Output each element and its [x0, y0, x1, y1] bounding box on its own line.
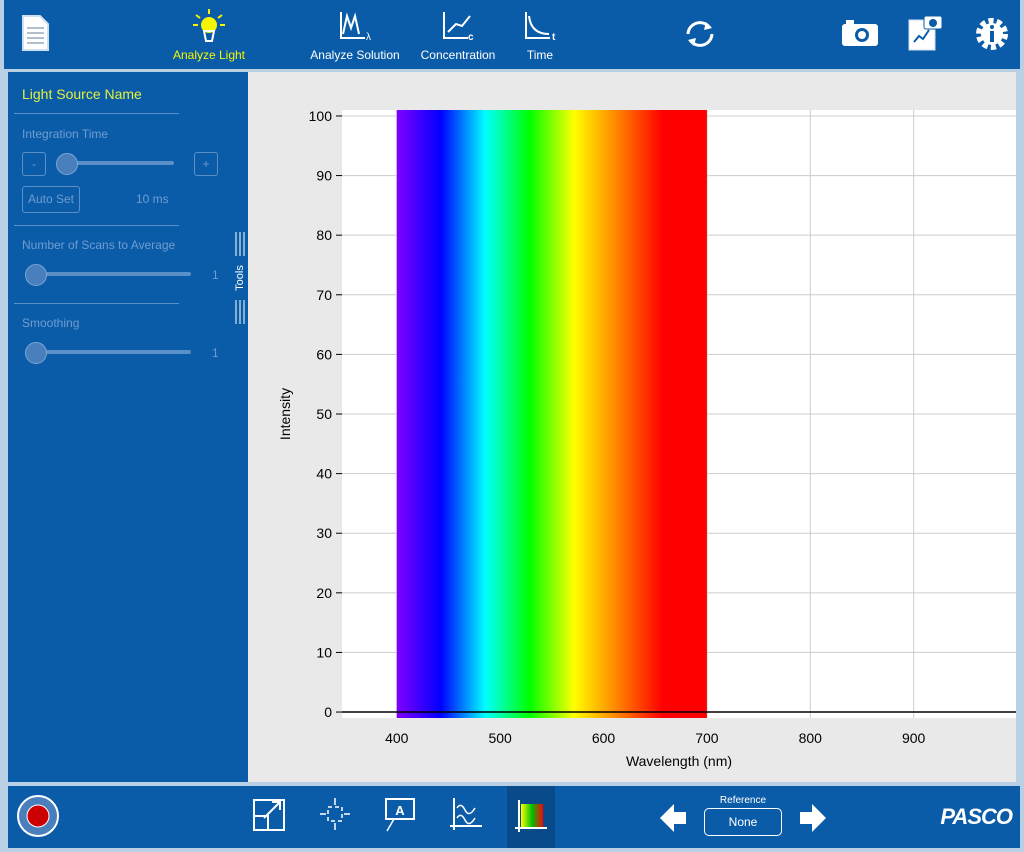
record-button[interactable] [16, 794, 60, 838]
nav-time[interactable]: t Time [518, 8, 562, 62]
lightbulb-icon [193, 9, 225, 42]
x-axis-label: Wavelength (nm) [626, 753, 732, 769]
tools-tab[interactable]: Tools [234, 232, 246, 324]
spectrum-color-icon [515, 800, 547, 832]
nav-label: Time [526, 48, 554, 62]
bottom-toolbar: A Reference None PASCO [8, 786, 1020, 848]
svg-text:λ: λ [366, 32, 371, 43]
y-tick-label: 30 [316, 525, 332, 541]
x-tick-label: 400 [385, 730, 409, 746]
y-tick-label: 10 [316, 644, 332, 660]
x-tick-label: 800 [799, 730, 823, 746]
integration-time-label: Integration Time [22, 127, 109, 141]
refresh-icon[interactable] [682, 18, 718, 50]
camera-icon[interactable] [840, 18, 880, 48]
x-tick-label: 700 [695, 730, 719, 746]
reference-label: Reference [719, 795, 767, 806]
nav-analyze-solution[interactable]: λ Analyze Solution [310, 8, 400, 62]
y-tick-label: 60 [316, 346, 332, 362]
spectrum-color-button[interactable] [507, 786, 555, 848]
nav-label: Analyze Light [172, 48, 246, 62]
spectrum-graph[interactable]: 0 10 20 30 40 50 60 70 80 90 100 400 500 600 700 800 900… [248, 72, 1016, 782]
smoothing-label: Smoothing [22, 316, 80, 330]
spectrum-band [396, 110, 707, 718]
divider [14, 225, 179, 226]
scale-to-fit-icon[interactable] [252, 796, 286, 832]
grip-icon [235, 232, 245, 256]
journal-snapshot-icon[interactable] [906, 14, 946, 54]
y-axis-label: Intensity [277, 388, 293, 440]
y-tick-label: 0 [324, 704, 332, 720]
top-toolbar: Analyze Light λ Analyze Solution c Conce… [4, 0, 1020, 69]
y-tick-label: 100 [309, 108, 333, 124]
graph-overlay-icon[interactable] [448, 796, 484, 832]
scans-slider[interactable] [38, 272, 191, 276]
reference-selector[interactable]: None [704, 808, 782, 836]
integration-time-slider[interactable] [66, 161, 174, 165]
x-tick-label: 500 [488, 730, 512, 746]
integration-plus-button[interactable]: + [194, 152, 218, 176]
slider-handle[interactable] [56, 153, 78, 175]
divider [14, 303, 179, 304]
nav-concentration[interactable]: c Concentration [418, 8, 498, 62]
smoothing-value: 1 [212, 346, 219, 360]
settings-info-icon[interactable] [974, 16, 1010, 52]
y-tick-label: 80 [316, 227, 332, 243]
y-tick-label: 40 [316, 466, 332, 482]
slider-handle[interactable] [25, 264, 47, 286]
light-source-name: Light Source Name [22, 86, 142, 102]
pasco-logo: PASCO [940, 804, 1013, 829]
y-tick-label: 70 [316, 287, 332, 303]
previous-reference-arrow-icon[interactable] [658, 802, 688, 834]
y-tick-label: 90 [316, 168, 332, 184]
sidebar-panel: Light Source Name Integration Time - + A… [8, 72, 248, 782]
svg-text:t: t [552, 32, 556, 43]
x-tick-label: 600 [592, 730, 616, 746]
nav-label: Concentration [420, 48, 496, 62]
smoothing-slider[interactable] [38, 350, 191, 354]
slider-handle[interactable] [25, 342, 47, 364]
graph-area: 0 10 20 30 40 50 60 70 80 90 100 400 500 600 700 800 900… [248, 72, 1016, 782]
scans-value: 1 [212, 268, 219, 282]
document-icon[interactable] [20, 14, 50, 52]
absorbance-spectrum-icon: λ [340, 12, 371, 43]
crosshair-icon[interactable] [318, 796, 352, 832]
tools-label: Tools [234, 265, 246, 291]
annotation-icon[interactable]: A [382, 796, 418, 832]
x-tick-label: 900 [902, 730, 926, 746]
integration-time-value: 10 ms [136, 192, 169, 206]
svg-text:A: A [395, 803, 405, 818]
next-reference-arrow-icon[interactable] [798, 802, 828, 834]
divider [14, 113, 179, 114]
svg-text:c: c [468, 32, 474, 43]
nav-label: Analyze Solution [310, 48, 400, 62]
scans-label: Number of Scans to Average [22, 238, 176, 252]
auto-set-button[interactable]: Auto Set [22, 186, 80, 213]
grip-icon [235, 300, 245, 324]
concentration-graph-icon: c [443, 12, 474, 43]
y-tick-label: 50 [316, 406, 332, 422]
integration-minus-button[interactable]: - [22, 152, 46, 176]
y-tick-label: 20 [316, 585, 332, 601]
nav-analyze-light[interactable]: Analyze Light [170, 8, 248, 62]
time-graph-icon: t [525, 12, 556, 43]
